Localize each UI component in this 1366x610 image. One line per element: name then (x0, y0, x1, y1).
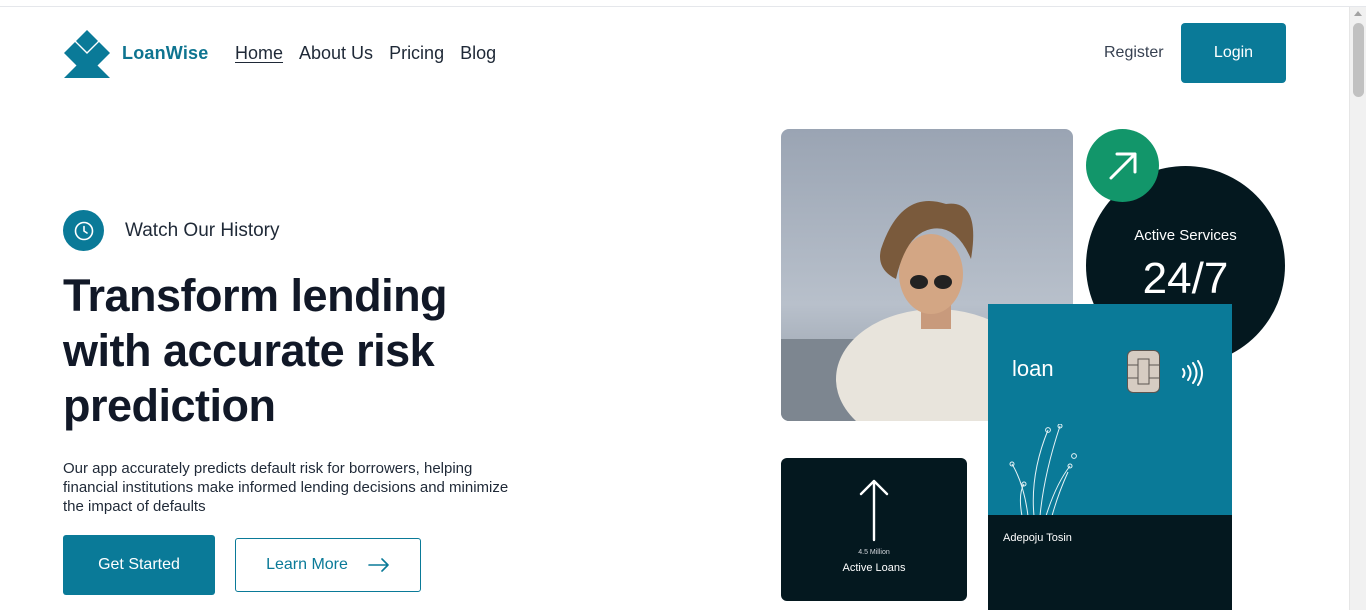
browser-top-edge (0, 0, 1366, 7)
hero-headline: Transform lending with accurate risk pre… (63, 270, 448, 431)
services-value: 24/7 (1142, 254, 1229, 303)
brand-logo[interactable]: LoanWise (62, 28, 208, 78)
hero-subtext: Our app accurately predicts default risk… (63, 460, 509, 515)
nav-about-us[interactable]: About Us (299, 43, 373, 64)
arrow-right-icon (368, 558, 389, 572)
history-label: Watch Our History (125, 219, 280, 241)
learn-more-label: Learn More (266, 556, 348, 573)
nav-blog[interactable]: Blog (460, 43, 496, 64)
page-scrollbar[interactable] (1349, 7, 1366, 610)
scroll-up-arrow-icon[interactable] (1354, 11, 1362, 16)
scrollbar-thumb[interactable] (1353, 23, 1364, 97)
nav-pricing[interactable]: Pricing (389, 43, 444, 64)
learn-more-button[interactable]: Learn More (235, 538, 421, 592)
main-nav: Home About Us Pricing Blog (235, 43, 496, 64)
watch-history-link[interactable]: Watch Our History (63, 210, 280, 251)
services-label: Active Services (1134, 227, 1237, 244)
nav-home[interactable]: Home (235, 43, 283, 64)
card-title: loan (1012, 356, 1054, 381)
card-footer: Adepoju Tosin (988, 515, 1232, 610)
brand-name: LoanWise (122, 42, 209, 63)
clock-icon (63, 210, 104, 251)
login-button[interactable]: Login (1181, 23, 1286, 83)
active-loans-stat: 4.5 Million Active Loans (781, 458, 967, 601)
loans-label: Active Loans (842, 562, 906, 574)
contactless-icon (1182, 360, 1203, 386)
card-decoration (1009, 424, 1077, 516)
arrow-up-right-icon (1086, 129, 1159, 202)
diamond-logo-icon (64, 30, 110, 78)
chip-icon (1127, 350, 1160, 393)
arrow-up-icon (859, 479, 889, 542)
get-started-button[interactable]: Get Started (63, 535, 215, 595)
loans-count: 4.5 Million (858, 549, 890, 556)
loan-card: loan Adepoju Tosin (988, 304, 1232, 610)
register-link[interactable]: Register (1104, 44, 1164, 62)
card-holder-name: Adepoju Tosin (1003, 532, 1072, 544)
